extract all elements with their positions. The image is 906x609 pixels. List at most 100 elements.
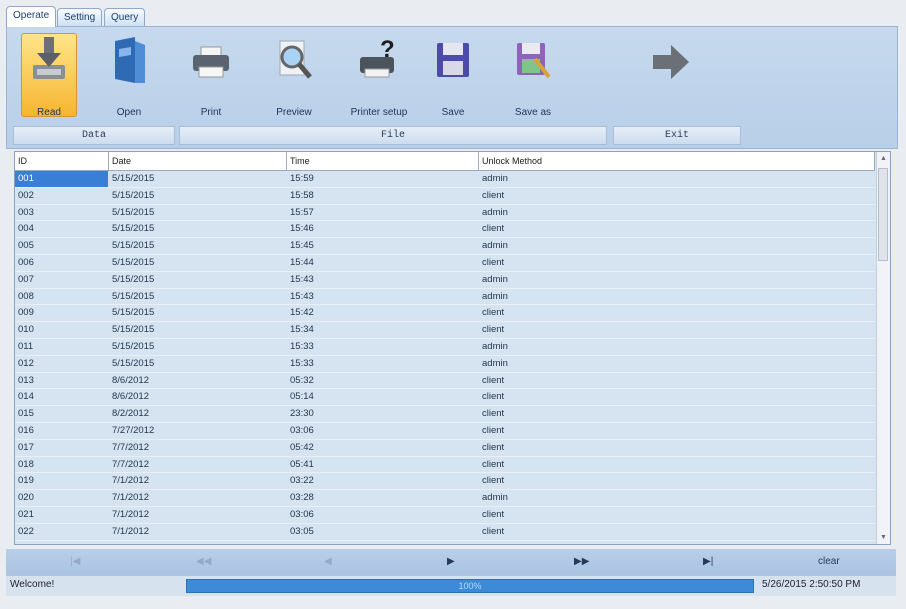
- table-row[interactable]: 021 7/1/2012 03:06 client: [15, 507, 875, 524]
- table-row[interactable]: 017 7/7/2012 05:42 client: [15, 440, 875, 457]
- scroll-thumb[interactable]: [878, 168, 888, 261]
- progress-text: 100%: [458, 581, 482, 591]
- printer-icon: [193, 46, 229, 78]
- cell-date: 5/15/2015: [112, 273, 155, 285]
- welcome-text: Welcome!: [10, 579, 55, 590]
- cell-unlock-method: admin: [482, 206, 508, 218]
- tab-operate[interactable]: Operate: [6, 6, 57, 27]
- cell-time: 15:59: [290, 173, 314, 184]
- table-row[interactable]: 001 5/15/2015 15:59 admin: [15, 171, 875, 188]
- table-row[interactable]: 018 7/7/2012 05:41 client: [15, 457, 875, 474]
- read-label: Read: [37, 107, 61, 118]
- read-button[interactable]: Read: [17, 31, 81, 118]
- print-button[interactable]: Print: [179, 31, 243, 118]
- cell-id: 012: [18, 357, 34, 369]
- preview-button[interactable]: Preview: [262, 31, 326, 118]
- previous-page-button[interactable]: ◀◀: [196, 549, 211, 575]
- column-header-id[interactable]: ID: [15, 152, 109, 170]
- cell-time: 15:58: [290, 189, 314, 201]
- grid-rows: 001 5/15/2015 15:59 admin 002 5/15/2015 15:58 c…: [15, 171, 875, 541]
- cell-id: 015: [18, 408, 34, 420]
- cell-unlock-method: client: [482, 408, 505, 420]
- table-row[interactable]: 006 5/15/2015 15:44 client: [15, 255, 875, 272]
- cell-date: 7/1/2012: [112, 525, 149, 537]
- table-row[interactable]: 011 5/15/2015 15:33 admin: [15, 339, 875, 356]
- cell-date: 5/15/2015: [112, 357, 155, 369]
- download-icon: [33, 37, 65, 79]
- table-row[interactable]: 004 5/15/2015 15:46 client: [15, 221, 875, 239]
- svg-text:?: ?: [380, 36, 395, 63]
- table-row[interactable]: 022 7/1/2012 03:05 client: [15, 524, 875, 541]
- printer-setup-icon: ?: [360, 36, 395, 78]
- open-button[interactable]: Open: [97, 31, 161, 118]
- cell-date: 7/1/2012: [112, 508, 149, 520]
- cell-date: 7/7/2012: [112, 441, 149, 453]
- cell-time: 15:46: [290, 223, 314, 235]
- table-row[interactable]: 008 5/15/2015 15:43 admin: [15, 289, 875, 306]
- save-as-button[interactable]: Save as: [501, 31, 565, 118]
- table-row[interactable]: 014 8/6/2012 05:14 client: [15, 389, 875, 407]
- table-row[interactable]: 010 5/15/2015 15:34 client: [15, 322, 875, 339]
- column-header-unlock-method[interactable]: Unlock Method: [479, 152, 875, 170]
- table-row[interactable]: 016 7/27/2012 03:06 client: [15, 423, 875, 440]
- cell-time: 05:41: [290, 458, 314, 470]
- cell-id: 016: [18, 424, 34, 436]
- exit-arrow-icon: [653, 45, 689, 79]
- table-row[interactable]: 007 5/15/2015 15:43 admin: [15, 272, 875, 289]
- records-grid[interactable]: ID Date Time Unlock Method 001 5/15/2015 1…: [14, 151, 891, 545]
- scroll-down-icon[interactable]: ▼: [877, 531, 890, 544]
- table-row[interactable]: 020 7/1/2012 03:28 admin: [15, 490, 875, 507]
- save-button[interactable]: Save: [421, 31, 485, 118]
- cell-time: 15:43: [290, 273, 314, 285]
- floppy-icon: [437, 43, 469, 77]
- scroll-up-icon[interactable]: ▲: [877, 152, 890, 165]
- next-page-button[interactable]: ▶▶: [574, 549, 589, 575]
- next-record-button[interactable]: ▶: [447, 549, 455, 575]
- tab-query[interactable]: Query: [104, 8, 146, 26]
- cell-id: 010: [18, 324, 34, 336]
- clear-button[interactable]: clear: [818, 549, 840, 575]
- cell-time: 05:14: [290, 391, 314, 403]
- tab-setting[interactable]: Setting: [57, 8, 103, 26]
- table-row[interactable]: 009 5/15/2015 15:42 client: [15, 305, 875, 323]
- cell-id: 020: [18, 492, 34, 504]
- column-header-date[interactable]: Date: [109, 152, 287, 170]
- table-row[interactable]: 015 8/2/2012 23:30 client: [15, 406, 875, 423]
- cell-date: 5/15/2015: [112, 223, 155, 235]
- cell-id: 017: [18, 441, 34, 453]
- cell-unlock-method: client: [482, 475, 505, 487]
- magnifier-icon: [279, 40, 312, 79]
- table-row[interactable]: 005 5/15/2015 15:45 admin: [15, 238, 875, 255]
- exit-button[interactable]: [639, 31, 703, 117]
- table-row[interactable]: 013 8/6/2012 05:32 client: [15, 373, 875, 390]
- cell-id: 019: [18, 475, 34, 487]
- cell-date: 7/27/2012: [112, 424, 155, 436]
- column-header-time[interactable]: Time: [287, 152, 479, 170]
- cell-id: 018: [18, 458, 34, 470]
- cell-unlock-method: admin: [482, 290, 508, 302]
- last-record-button[interactable]: ▶|: [703, 549, 713, 575]
- table-row[interactable]: 002 5/15/2015 15:58 client: [15, 188, 875, 205]
- previous-record-button[interactable]: ◀: [324, 549, 332, 575]
- cell-date: 8/2/2012: [112, 408, 149, 420]
- vertical-scrollbar[interactable]: ▲ ▼: [876, 152, 890, 544]
- cell-unlock-method: admin: [482, 357, 508, 369]
- cell-unlock-method: client: [482, 256, 505, 268]
- cell-unlock-method: client: [482, 223, 505, 235]
- cell-date: 5/15/2015: [112, 189, 155, 201]
- cell-time: 15:57: [290, 206, 314, 218]
- cell-time: 03:28: [290, 492, 314, 504]
- cell-date: 5/15/2015: [112, 206, 155, 218]
- cell-date: 7/1/2012: [112, 492, 149, 504]
- cell-id: 001: [15, 171, 108, 187]
- save-label: Save: [441, 107, 465, 118]
- printer-setup-button[interactable]: ? Printer setup: [340, 31, 418, 118]
- table-row[interactable]: 012 5/15/2015 15:33 admin: [15, 356, 875, 373]
- cell-id: 014: [18, 391, 34, 403]
- first-record-button[interactable]: |◀: [70, 549, 80, 575]
- table-row[interactable]: 003 5/15/2015 15:57 admin: [15, 205, 875, 222]
- cell-id: 009: [18, 307, 34, 319]
- cell-date: 8/6/2012: [112, 374, 149, 386]
- table-row[interactable]: 019 7/1/2012 03:22 client: [15, 473, 875, 491]
- tab-bar: Operate Setting Query: [6, 4, 896, 27]
